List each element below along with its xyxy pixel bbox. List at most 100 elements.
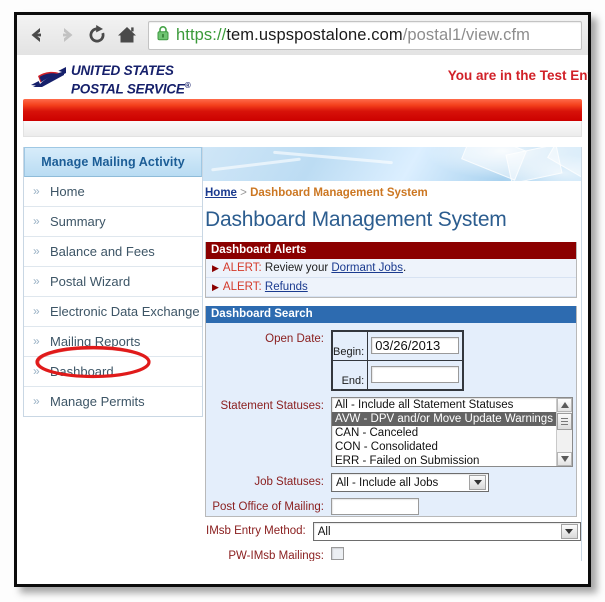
alert-row: ▶ ALERT: Review your Dormant Jobs. [206, 259, 576, 278]
job-statuses-row: Job Statuses: All - Include all Jobs [206, 473, 576, 492]
pw-imsb-mailings-checkbox[interactable] [331, 547, 344, 560]
sidebar-item-electronic-data-exchange[interactable]: » Electronic Data Exchange [24, 297, 202, 327]
listbox-scrollbar[interactable] [556, 398, 572, 466]
pw-imsb-mailings-label: PW-IMsb Mailings: [228, 550, 324, 561]
imsb-entry-method-row: IMsb Entry Method: All [206, 522, 581, 541]
scroll-down-arrow-icon[interactable] [557, 452, 572, 466]
alert-row: ▶ ALERT: Refunds [206, 278, 576, 297]
sidebar: Manage Mailing Activity » Home » Summary… [23, 147, 203, 417]
url-host: tem.uspspostalone.com [226, 26, 403, 44]
usps-wordmark: UNITED STATES POSTAL SERVICE® [71, 63, 191, 97]
address-bar[interactable]: https://tem.uspspostalone.com/postal1/vi… [148, 21, 582, 50]
breadcrumb: Home > Dashboard Management System [203, 181, 581, 202]
sidebar-item-label: Home [50, 184, 85, 199]
sidebar-item-postal-wizard[interactable]: » Postal Wizard [24, 267, 202, 297]
sidebar-item-label: Postal Wizard [50, 274, 131, 289]
refunds-link[interactable]: Refunds [265, 281, 308, 293]
dashboard-alerts-heading: Dashboard Alerts [206, 242, 576, 259]
breadcrumb-separator: > [240, 187, 247, 199]
pw-imsb-mailings-row: PW-IMsb Mailings: [206, 547, 576, 561]
home-icon[interactable] [113, 21, 141, 49]
open-date-label: Open Date: [265, 333, 324, 345]
page-body: Manage Mailing Activity » Home » Summary… [17, 147, 588, 561]
sidebar-item-manage-permits[interactable]: » Manage Permits [24, 387, 202, 416]
sidebar-item-label: Electronic Data Exchange [50, 304, 200, 319]
header-spacer [17, 137, 588, 147]
page-viewport: UNITED STATES POSTAL SERVICE® You are in… [17, 55, 588, 584]
chevron-right-icon: » [33, 274, 40, 288]
post-office-row: Post Office of Mailing: [206, 498, 576, 516]
test-environment-notice: You are in the Test Env [447, 68, 588, 83]
nav-red-bar [23, 99, 582, 121]
url-text: https://tem.uspspostalone.com/postal1/vi… [176, 26, 530, 45]
sidebar-title: Manage Mailing Activity [24, 147, 202, 177]
alert-suffix: . [402, 262, 407, 274]
post-office-input[interactable] [331, 498, 419, 515]
scrollbar-grip-icon [561, 417, 568, 426]
listbox-option[interactable]: ERR - Failed on Submission [332, 454, 572, 466]
job-statuses-select[interactable]: All - Include all Jobs [331, 473, 489, 492]
chevron-right-icon: » [33, 244, 40, 258]
triangle-bullet-icon: ▶ [212, 282, 219, 292]
screenshot-root: https://tem.uspspostalone.com/postal1/vi… [0, 0, 605, 602]
chevron-right-icon: » [33, 304, 40, 318]
usps-wordmark-line1: UNITED STATES [71, 63, 174, 78]
dormant-jobs-link[interactable]: Dormant Jobs [331, 262, 403, 274]
post-office-label: Post Office of Mailing: [212, 501, 324, 513]
alert-prefix: ALERT: [222, 262, 262, 274]
listbox-option-selected[interactable]: AVW - DPV and/or Move Update Warnings [332, 412, 572, 426]
nav-gray-bar [23, 121, 582, 137]
chevron-right-icon: » [33, 214, 40, 228]
begin-date-input[interactable] [371, 337, 460, 354]
usps-logo[interactable]: UNITED STATES POSTAL SERVICE® [29, 63, 204, 97]
usps-eagle-icon [29, 64, 71, 94]
chevron-down-icon[interactable] [469, 475, 486, 490]
sidebar-item-dashboard[interactable]: » Dashboard [24, 357, 202, 387]
imsb-entry-method-select[interactable]: All [312, 522, 581, 541]
end-date-input[interactable] [371, 366, 460, 383]
dashboard-alerts-panel: Dashboard Alerts ▶ ALERT: Review your Dor… [205, 242, 577, 298]
back-arrow-icon[interactable] [23, 21, 51, 49]
dashboard-search-body: Open Date: Begin: 03/26/2013 End: Statem… [206, 323, 581, 561]
listbox-option[interactable]: All - Include all Statement Statuses [332, 398, 572, 412]
sidebar-item-label: Manage Permits [50, 394, 145, 409]
sidebar-item-label: Summary [50, 214, 106, 229]
job-statuses-label: Job Statuses: [254, 476, 324, 488]
dashboard-search-panel: Dashboard Search Open Date: Begin: 03/26… [205, 306, 581, 561]
sidebar-item-mailing-reports[interactable]: » Mailing Reports [24, 327, 202, 357]
sidebar-item-label: Mailing Reports [50, 334, 141, 349]
statement-statuses-row: Statement Statuses: All - Include all St… [206, 397, 576, 467]
page-title: Dashboard Management System [205, 208, 507, 231]
begin-date-label: Begin: [331, 330, 369, 361]
forward-arrow-icon[interactable] [53, 21, 81, 49]
chevron-right-icon: » [33, 184, 40, 198]
breadcrumb-current: Dashboard Management System [250, 187, 428, 199]
usps-wordmark-line2: POSTAL SERVICE® [71, 81, 191, 97]
dashboard-alerts-body: ▶ ALERT: Review your Dormant Jobs. ▶ ALERT… [206, 259, 576, 297]
sidebar-item-summary[interactable]: » Summary [24, 207, 202, 237]
imsb-entry-method-value: All [317, 525, 331, 538]
breadcrumb-home-link[interactable]: Home [205, 187, 237, 199]
listbox-option[interactable]: CON - Consolidated [332, 440, 572, 454]
alert-prefix: ALERT: [222, 281, 262, 293]
decorative-banner-image [203, 147, 581, 181]
scroll-up-arrow-icon[interactable] [557, 398, 572, 412]
browser-toolbar: https://tem.uspspostalone.com/postal1/vi… [17, 15, 588, 56]
sidebar-item-label: Dashboard [50, 364, 114, 379]
padlock-icon [156, 25, 170, 46]
open-date-row: Open Date: Begin: 03/26/2013 End: [206, 330, 576, 391]
chevron-right-icon: » [33, 364, 40, 378]
imsb-entry-method-label: IMsb Entry Method: [206, 525, 306, 537]
sidebar-item-home[interactable]: » Home [24, 177, 202, 207]
end-date-label: End: [331, 360, 369, 391]
site-header: UNITED STATES POSTAL SERVICE® You are in… [17, 55, 588, 99]
sidebar-item-balance-and-fees[interactable]: » Balance and Fees [24, 237, 202, 267]
chevron-down-icon[interactable] [560, 524, 578, 539]
chevron-right-icon: » [33, 334, 40, 348]
scrollbar-thumb[interactable] [557, 413, 572, 430]
statement-statuses-listbox[interactable]: All - Include all Statement Statuses AVW… [331, 397, 573, 467]
triangle-bullet-icon: ▶ [212, 263, 219, 273]
statement-statuses-label: Statement Statuses: [220, 400, 324, 412]
reload-icon[interactable] [83, 21, 111, 49]
listbox-option[interactable]: CAN - Canceled [332, 426, 572, 440]
